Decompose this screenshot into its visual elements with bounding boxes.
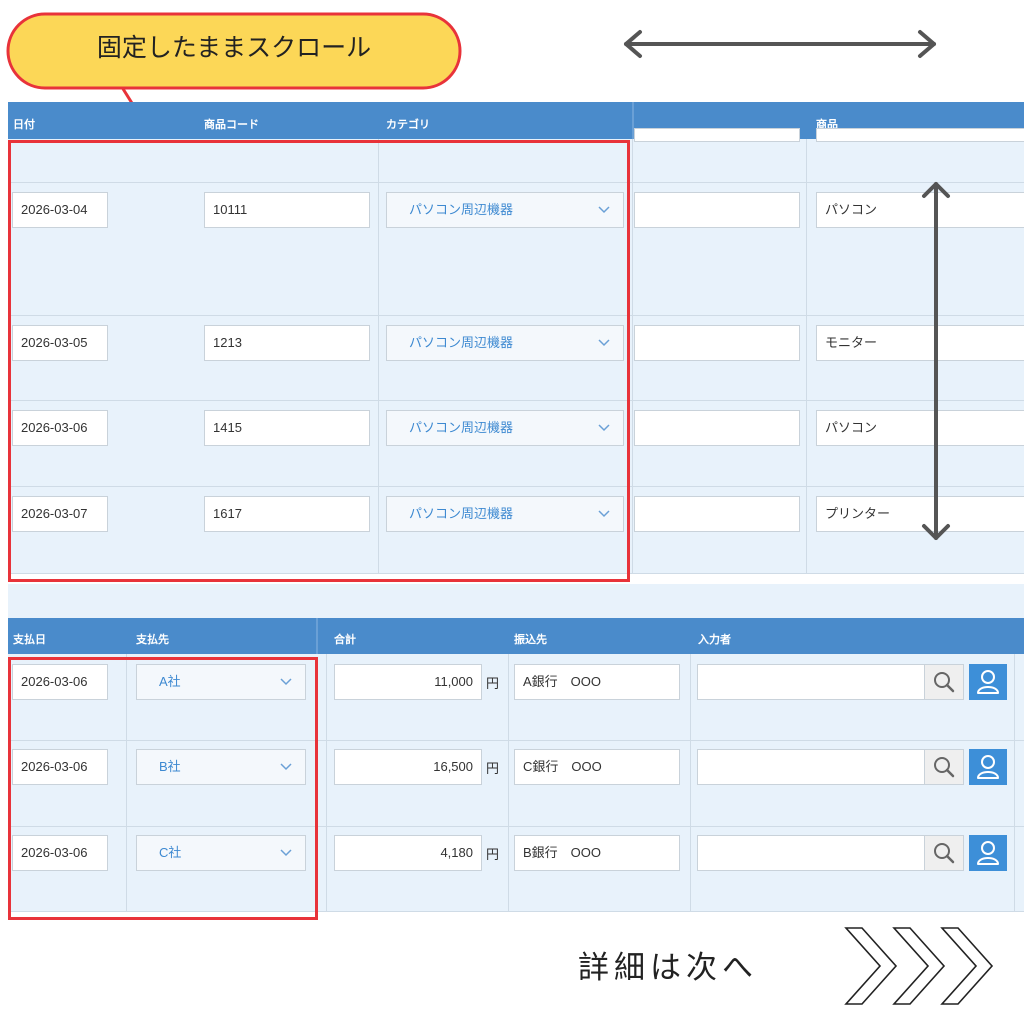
currency-label: 円 [486,676,500,691]
bank-field[interactable]: B銀行 OOO [514,835,680,871]
next-page-text: 詳細は次へ [578,950,758,985]
text-field[interactable] [634,410,800,446]
header-divider [316,618,318,654]
divider [690,654,691,912]
header-category: カテゴリ [386,119,430,131]
entered-by-field[interactable] [697,835,925,871]
user-icon [977,755,999,779]
header-payment-date: 支払日 [13,634,46,646]
fixed-columns-highlight [8,657,318,920]
user-icon [977,841,999,865]
callout-text: 固定したままスクロール [96,34,372,62]
payment-table-header: 支払日 支払先 合計 振込先 入力者 [8,618,1024,654]
total-field[interactable]: 16,500 [334,749,482,785]
header-date: 日付 [13,119,35,131]
header-entered-by: 入力者 [698,634,731,646]
header-product-code: 商品コード [204,119,259,131]
user-select-button[interactable] [969,835,1007,871]
currency-label: 円 [486,847,500,862]
divider [632,139,633,574]
divider [1014,654,1015,912]
bank-field[interactable]: C銀行 OOO [514,749,680,785]
user-icon [977,670,999,694]
search-icon [934,672,955,693]
search-icon [934,843,955,864]
total-field[interactable]: 11,000 [334,664,482,700]
user-select-button[interactable] [969,749,1007,785]
text-field[interactable] [634,496,800,532]
search-button[interactable] [924,749,964,785]
total-field[interactable]: 4,180 [334,835,482,871]
header-total: 合計 [334,634,356,646]
text-field[interactable] [634,192,800,228]
currency-label: 円 [486,761,500,776]
divider [806,139,807,574]
entered-by-field[interactable] [697,749,925,785]
vertical-scroll-arrow-icon [922,182,950,540]
search-icon [934,757,955,778]
entered-by-field[interactable] [697,664,925,700]
text-field[interactable] [816,128,1024,142]
user-select-button[interactable] [969,664,1007,700]
header-bank: 振込先 [514,634,547,646]
horizontal-scroll-arrow-icon [624,30,936,58]
bank-field[interactable]: A銀行 OOO [514,664,680,700]
text-field[interactable] [634,128,800,142]
text-field[interactable] [634,325,800,361]
fixed-columns-highlight [8,140,630,582]
search-button[interactable] [924,835,964,871]
divider [326,654,327,912]
search-button[interactable] [924,664,964,700]
divider [508,654,509,912]
next-chevrons-icon [844,927,994,1005]
header-payee: 支払先 [136,634,169,646]
